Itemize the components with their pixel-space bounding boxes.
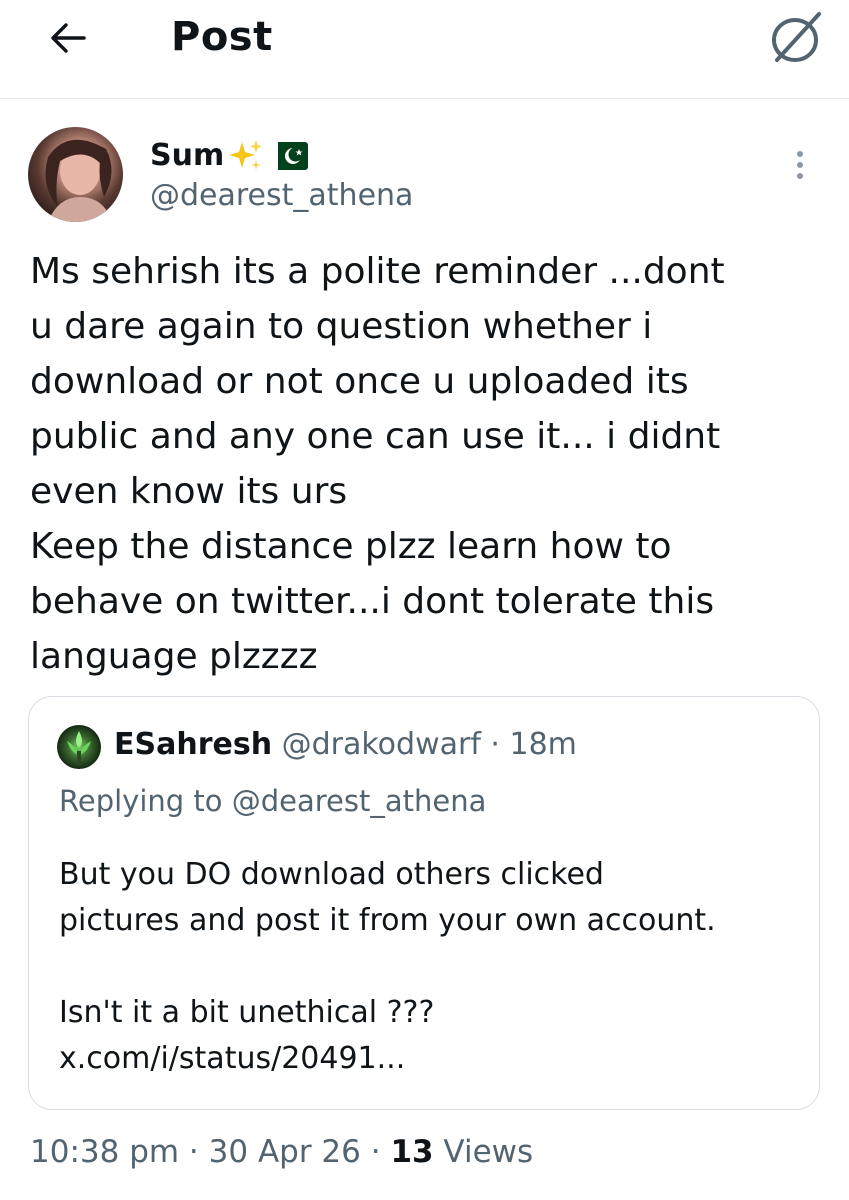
arrow-left-icon (51, 23, 86, 53)
separator-dot: · (360, 1134, 391, 1170)
author-handle[interactable]: @dearest_athena (150, 178, 413, 214)
quoted-post-card[interactable]: ESahresh @drakodwarf · 18m Replying to @… (28, 696, 820, 1110)
quoted-author-avatar (57, 725, 101, 769)
quoted-post-time: 18m (509, 727, 577, 762)
author-avatar[interactable] (28, 127, 123, 222)
x-slash-icon (772, 12, 821, 62)
quoted-author-handle: @drakodwarf (281, 727, 481, 762)
sparkles-emoji (229, 140, 263, 170)
views-label: Views (433, 1134, 534, 1170)
replying-to-label: Replying to @dearest_athena (59, 784, 487, 818)
quoted-post-header: ESahresh @drakodwarf · 18m (114, 725, 577, 765)
separator-dot: · (179, 1134, 209, 1170)
author-name-text: Sum (150, 138, 225, 173)
author-name[interactable]: Sum (150, 138, 309, 174)
views-count[interactable]: 13 (390, 1134, 433, 1170)
quoted-author-name: ESahresh (114, 727, 273, 762)
more-options-button[interactable] (780, 140, 820, 190)
back-button[interactable] (44, 14, 92, 62)
x-slash-button[interactable] (760, 8, 830, 68)
more-vertical-icon (797, 151, 803, 157)
post-text: Ms sehrish its a polite reminder ...dont… (30, 251, 725, 677)
post-time: 10:38 pm (30, 1134, 180, 1170)
post-metadata: 10:38 pm · 30 Apr 26 · 13 Views (30, 1131, 533, 1173)
quoted-post-text: But you DO download others clicked pictu… (59, 857, 716, 1076)
top-app-bar: Post (0, 0, 849, 99)
pakistan-flag-emoji (268, 142, 309, 170)
separator-dot: · (480, 727, 510, 762)
avatar-image (45, 139, 112, 222)
post-date: 30 Apr 26 (208, 1134, 361, 1170)
page-title: Post (171, 14, 273, 60)
